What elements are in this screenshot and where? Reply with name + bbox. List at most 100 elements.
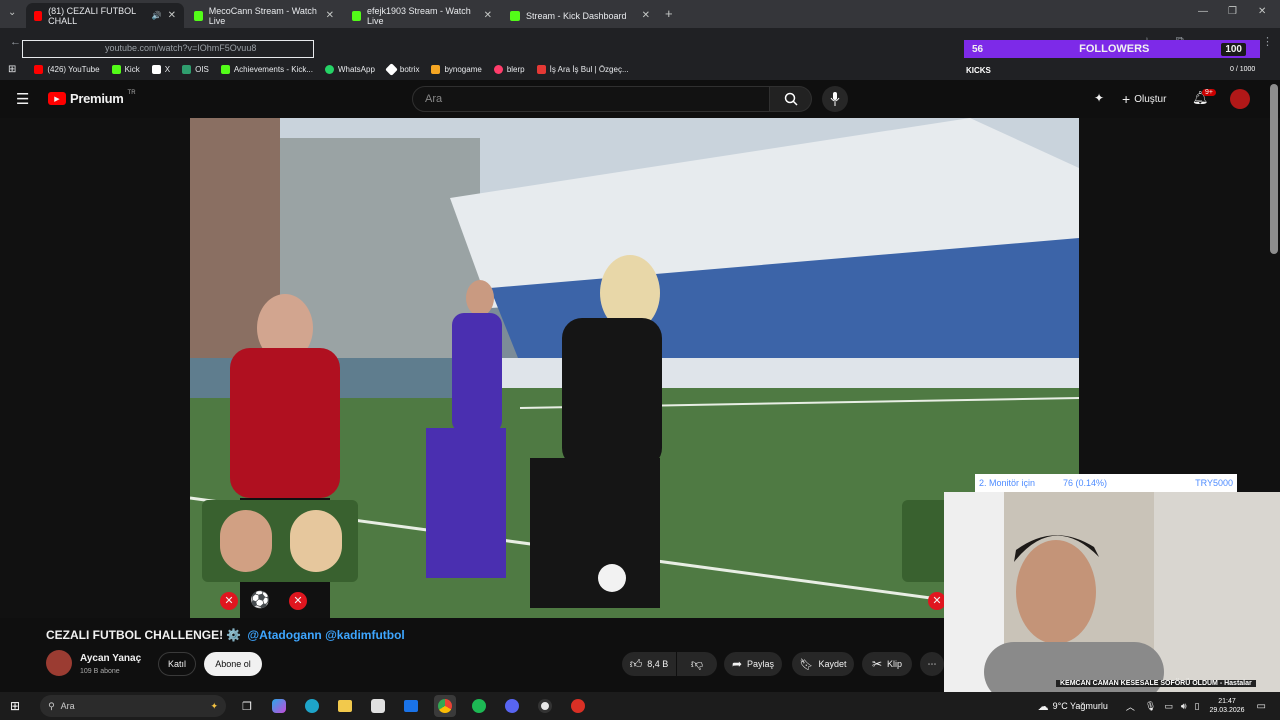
red-x-icon: ✕ [289,592,307,610]
scissors-icon: ✂ [871,657,883,671]
bookmark-x[interactable]: X [151,64,170,74]
tab-efejk[interactable]: efejk1903 Stream - Watch Live ✕ [344,3,500,28]
channel-avatar[interactable] [46,650,72,676]
job-search-icon [536,64,546,74]
spotify-icon[interactable] [471,699,486,713]
bookmark-achievements[interactable]: Achievements - Kick... [220,64,313,74]
file-explorer-icon[interactable] [337,700,352,712]
streamlabs-icon[interactable] [570,699,585,713]
dislike-button[interactable]: 👎︎ [677,652,717,676]
title-text: CEZALI FUTBOL CHALLENGE! ⚙️ [46,628,242,642]
back-icon[interactable]: ← [10,36,21,48]
botrix-icon [385,62,398,76]
bookmark-blerp[interactable]: blerp [493,64,525,74]
chrome-icon[interactable] [433,695,456,717]
create-button[interactable]: + Oluştur [1122,91,1166,107]
url-field[interactable]: youtube.com/watch?v=IOhmF5Ovuu8 [22,40,314,58]
channel-name[interactable]: Aycan Yanaç [80,653,141,664]
volume-icon[interactable]: 🔊︎ [1181,701,1187,712]
store-icon[interactable] [370,699,385,713]
more-actions-button[interactable]: ⋯ [920,652,944,676]
apps-grid-icon[interactable]: ⊞ [8,64,16,75]
minimize-button[interactable]: — [1198,6,1208,17]
weather-icon: ☁ [1037,700,1049,713]
voice-search-button[interactable] [822,86,848,112]
bookmark-kick[interactable]: Kick [111,64,140,74]
monitor-amount: TRY5000 [1195,478,1233,488]
tab-mecocann[interactable]: MecoCann Stream - Watch Live ✕ [186,3,342,28]
guest-card [202,500,358,582]
video-title: CEZALI FUTBOL CHALLENGE! ⚙️ @Atadogann @… [46,628,405,642]
tab-youtube[interactable]: (81) CEZALI FUTBOL CHALL 🔊 ✕ [26,3,184,28]
new-tab-button[interactable]: + [665,6,673,21]
menu-dots-icon[interactable]: ⋮ [1262,35,1273,48]
clock[interactable]: 21:47 29.03.2026 [1210,697,1245,715]
plus-icon: + [1122,91,1131,107]
logo-region: TR [127,89,136,96]
weather-text[interactable]: 9°C Yağmurlu [1053,701,1108,711]
join-button[interactable]: Katıl [158,652,196,676]
x-icon [151,64,161,74]
kicks-progress: 0 / 1000 [1230,66,1256,73]
kick-icon [220,64,230,74]
taskbar-search[interactable]: ⚲ Ara ✦ [40,695,227,717]
maximize-button[interactable]: ❐ [1228,6,1237,17]
windows-taskbar: ⊞ ⚲ Ara ✦ ❐ ☁ 9°C Yağmurlu ︿ 🎙︎ ▭ 🔊︎ ▯ 2… [0,692,1280,720]
avatar[interactable] [1230,89,1250,109]
close-tab-icon[interactable]: ✕ [168,10,176,21]
close-tab-icon[interactable]: ✕ [642,10,650,21]
share-button[interactable]: ➦ Paylaş [724,652,782,676]
share-icon: ➦ [731,657,743,671]
monitor-label: 2. Monitör için [979,478,1036,488]
hamburger-menu-icon[interactable]: ☰ [16,90,29,108]
clock-time: 21:47 [1218,698,1236,705]
like-button[interactable]: 👍︎ 8,4 B [622,652,676,676]
bookmark-whatsapp[interactable]: WhatsApp [324,64,375,74]
red-x-icon: ✕ [220,592,238,610]
tray-chevron-icon[interactable]: ︿ [1126,700,1135,713]
tab-kick-dashboard[interactable]: Stream - Kick Dashboard ✕ [502,3,658,28]
clock-date: 29.03.2026 [1209,707,1245,714]
subscribe-button[interactable]: Abone ol [204,652,262,676]
notification-center-icon[interactable]: ▭ [1257,701,1266,712]
windows-start-icon[interactable]: ⊞ [10,699,20,713]
cast-icon[interactable]: ✦ [1094,91,1104,105]
soccer-ball-icon: ⚽ [250,592,270,609]
kick-icon [111,64,121,74]
close-window-button[interactable]: ✕ [1258,6,1266,17]
share-label: Paylaş [747,659,775,669]
edge-icon[interactable] [304,699,319,713]
kick-favicon-icon [352,10,362,21]
microphone-icon [830,92,840,106]
search-input[interactable]: Ara [412,86,770,112]
youtube-favicon-icon [34,10,43,21]
tab-search-icon[interactable]: ⌄ [8,7,16,18]
network-icon[interactable]: ▭ [1164,701,1173,712]
search-button[interactable] [770,86,812,112]
obs-icon[interactable] [537,699,552,713]
close-tab-icon[interactable]: ✕ [484,10,492,21]
bookmark-icon: 🔖︎ [799,658,814,671]
clip-button[interactable]: ✂ Klip [862,652,912,676]
bookmark-youtube[interactable]: (426) YouTube [34,64,100,74]
title-mentions[interactable]: @Atadogann @kadimfutbol [247,628,404,642]
bookmark-ois[interactable]: OIS [182,64,209,74]
bookmarks-bar: ⊞ (426) YouTube Kick X OIS Achievements … [0,58,1280,80]
donation-goal-bar: 2. Monitör için 76 (0.14%) TRY5000 [975,474,1237,492]
task-view-icon[interactable]: ❐ [242,700,252,713]
bookmark-is-ara[interactable]: İş Ara İş Bul | Özgeç... [536,64,629,74]
mic-tray-icon[interactable]: 🎙︎ [1145,701,1156,712]
copilot-icon[interactable] [271,699,286,713]
tab-title: efejk1903 Stream - Watch Live [367,5,471,26]
mail-icon[interactable] [403,700,418,712]
battery-icon[interactable]: ▯ [1195,701,1200,712]
discord-icon[interactable] [504,699,519,713]
close-tab-icon[interactable]: ✕ [326,10,334,21]
bookmark-botrix[interactable]: botrix [385,62,419,76]
youtube-logo[interactable]: ▶ Premium TR [48,89,136,106]
bookmark-bynogame[interactable]: bynogame [431,64,482,74]
followers-goal: 100 [1221,42,1246,56]
page-scrollbar[interactable] [1270,84,1278,254]
followers-goal-bar: 56 FOLLOWERS 100 [964,40,1260,58]
save-button[interactable]: 🔖︎ Kaydet [792,652,854,676]
